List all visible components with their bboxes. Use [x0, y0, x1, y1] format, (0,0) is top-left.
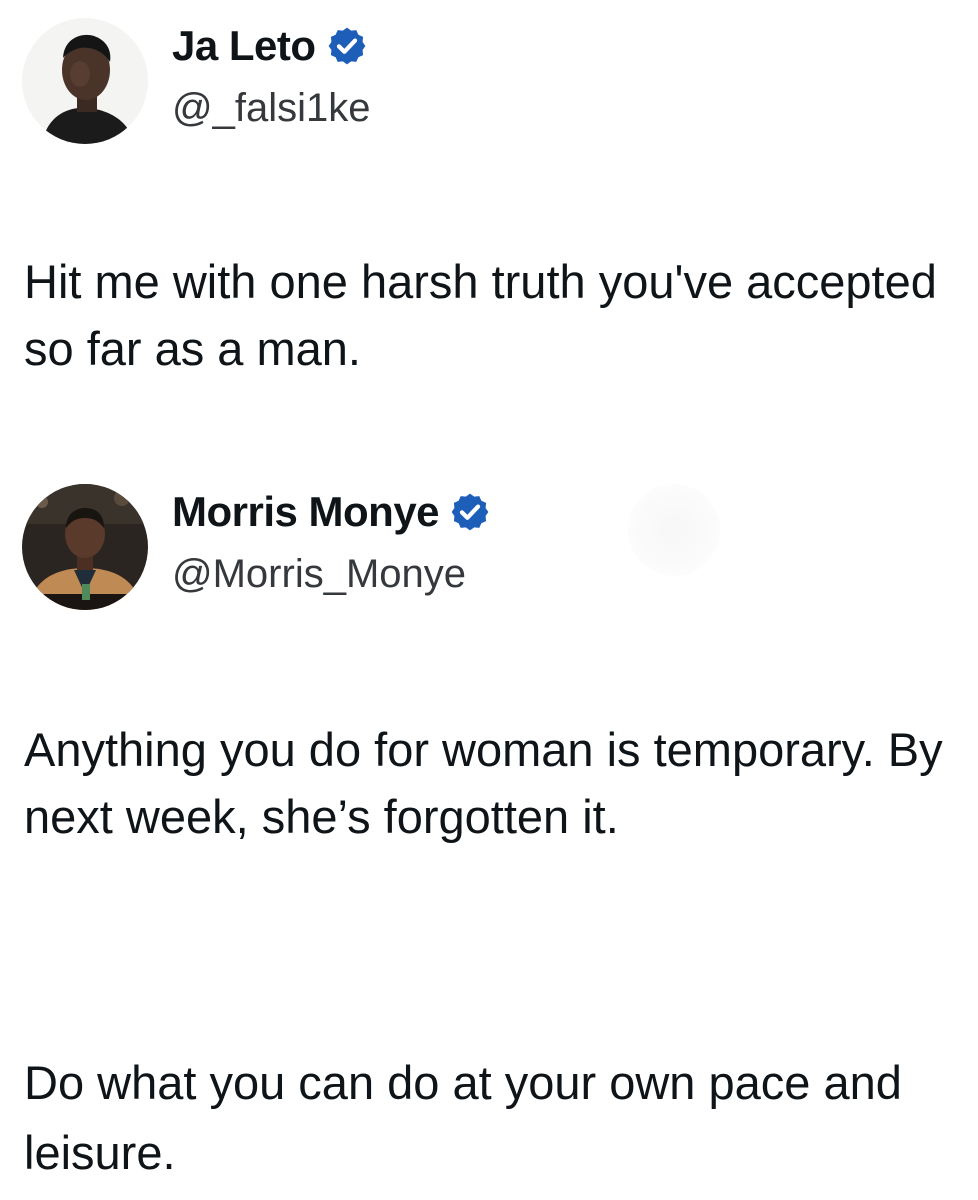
avatar-photo [22, 18, 148, 144]
watermark-circle [628, 484, 720, 576]
author-display-name[interactable]: Ja Leto [172, 22, 316, 70]
tweet-text: Hit me with one harsh truth you've accep… [24, 255, 937, 375]
author-display-name[interactable]: Morris Monye [172, 488, 440, 536]
author-handle[interactable]: @_falsi1ke [172, 86, 370, 131]
avatar[interactable] [22, 18, 148, 144]
avatar[interactable] [22, 484, 148, 610]
tweet-text-paragraph-1: Anything you do for woman is temporary. … [24, 723, 943, 843]
avatar-photo [22, 484, 148, 610]
tweet-author[interactable]: Ja Leto @_falsi1ke [22, 18, 370, 144]
tweet-text-paragraph-2: Do what you can do at your own pace and … [24, 1056, 902, 1179]
tweet-author[interactable]: Morris Monye @Morris_Monye [22, 484, 491, 610]
verified-badge-icon [449, 491, 491, 533]
author-handle[interactable]: @Morris_Monye [172, 552, 491, 597]
verified-badge-icon [326, 25, 368, 67]
